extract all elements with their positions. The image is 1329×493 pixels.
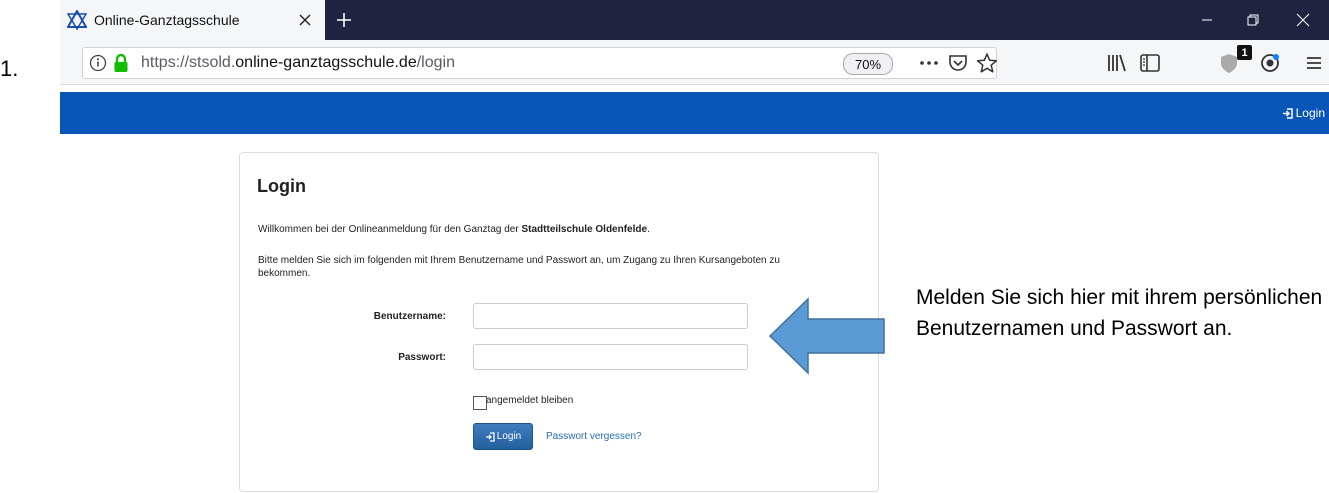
account-icon[interactable] bbox=[1259, 52, 1281, 74]
pocket-icon[interactable] bbox=[948, 53, 968, 73]
login-button-label: Login bbox=[496, 431, 522, 442]
password-label: Passwort: bbox=[398, 352, 446, 363]
close-window-icon[interactable] bbox=[1280, 0, 1326, 40]
sign-in-icon bbox=[1282, 107, 1293, 119]
zoom-level-badge[interactable]: 70% bbox=[843, 53, 893, 75]
bookmark-star-icon[interactable] bbox=[976, 52, 998, 74]
url-domain: online-ganztagsschule.de bbox=[235, 54, 417, 71]
browser-tab[interactable]: Online-Ganztagsschule bbox=[60, 0, 325, 40]
tab-bar: Online-Ganztagsschule bbox=[60, 0, 1329, 40]
url-bar[interactable]: https://stsold.online-ganztagsschule.de/… bbox=[82, 47, 998, 79]
annotation-text: Melden Sie sich hier mit ihrem persönlic… bbox=[916, 286, 1323, 340]
password-field[interactable] bbox=[473, 344, 748, 370]
remember-me-checkbox[interactable] bbox=[473, 396, 487, 410]
hamburger-menu-icon[interactable] bbox=[1303, 52, 1325, 74]
forgot-password-link[interactable]: Passwort vergessen? bbox=[546, 431, 642, 442]
username-label: Benutzername: bbox=[373, 311, 446, 322]
school-name: Stadtteilschule Oldenfelde bbox=[521, 224, 648, 235]
header-login-label: Login bbox=[1295, 106, 1325, 120]
welcome-prefix: Willkommen bei der Onlineanmeldung für d… bbox=[258, 224, 522, 235]
new-tab-icon[interactable] bbox=[330, 6, 358, 34]
login-title: Login bbox=[257, 176, 306, 196]
login-button[interactable]: Login bbox=[473, 423, 533, 450]
sign-in-icon bbox=[485, 431, 495, 442]
extension-badge: 1 bbox=[1237, 45, 1252, 60]
list-marker: 1. bbox=[0, 56, 19, 81]
login-instructions: Bitte melden Sie sich im folgenden mit I… bbox=[258, 255, 780, 279]
annotation-arrow bbox=[768, 297, 885, 375]
site-header: Login bbox=[60, 92, 1329, 134]
minimize-icon[interactable] bbox=[1184, 0, 1230, 40]
username-field[interactable] bbox=[473, 303, 748, 329]
navigation-toolbar: https://stsold.online-ganztagsschule.de/… bbox=[60, 40, 1329, 85]
welcome-text: Willkommen bei der Onlineanmeldung für d… bbox=[258, 224, 650, 235]
header-login-link[interactable]: Login bbox=[1282, 106, 1325, 120]
school-logo-icon bbox=[66, 9, 88, 31]
restore-icon[interactable] bbox=[1230, 0, 1276, 40]
info-icon[interactable] bbox=[89, 54, 107, 72]
welcome-end: . bbox=[647, 224, 650, 235]
sidebar-icon[interactable] bbox=[1139, 52, 1161, 74]
url-text[interactable]: https://stsold.online-ganztagsschule.de/… bbox=[141, 54, 455, 72]
url-path: /login bbox=[416, 54, 455, 71]
remember-me-label: angemeldet bleiben bbox=[486, 395, 574, 406]
tab-title: Online-Ganztagsschule bbox=[94, 12, 240, 28]
page-actions-icon[interactable] bbox=[918, 52, 940, 74]
lock-icon[interactable] bbox=[113, 53, 131, 73]
url-prefix: https://stsold. bbox=[141, 54, 236, 71]
close-tab-icon[interactable] bbox=[293, 8, 317, 32]
library-icon[interactable] bbox=[1106, 52, 1128, 74]
